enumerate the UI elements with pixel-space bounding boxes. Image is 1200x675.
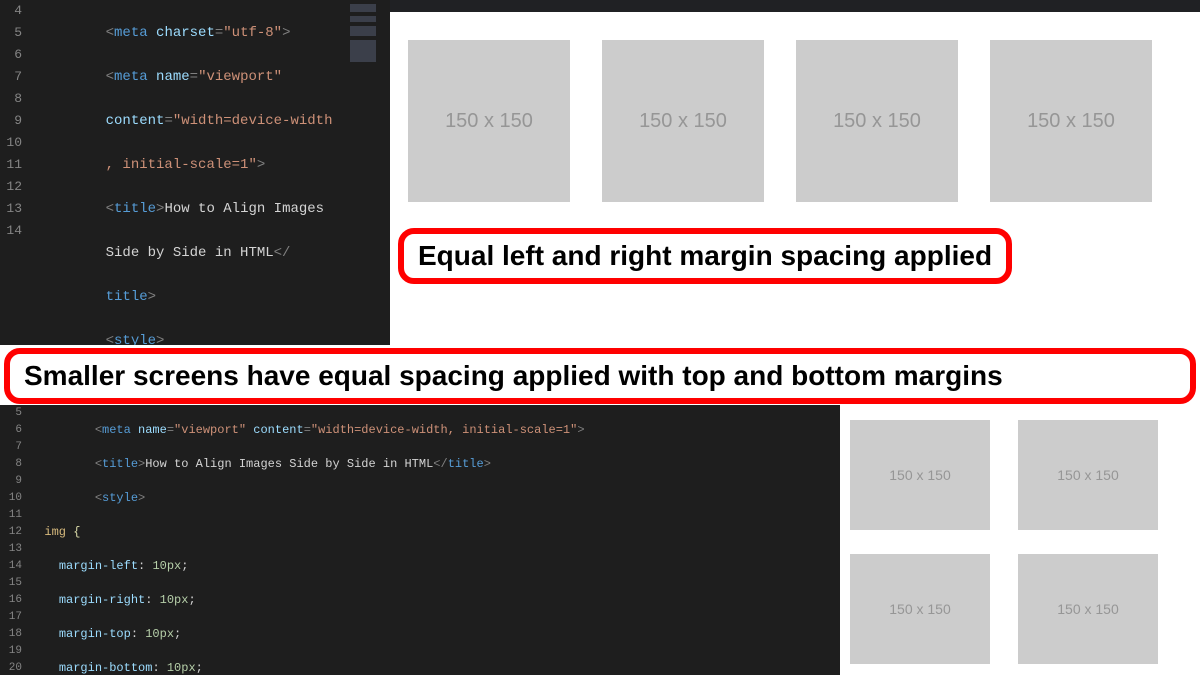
code-line: <title>How to Align Images bbox=[30, 198, 332, 220]
line-gutter-top: 4 5 6 7 8 9 10 11 12 13 14 bbox=[0, 0, 28, 345]
code-editor-bottom[interactable]: 5 6 7 8 9 10 11 12 13 14 15 16 17 18 19 … bbox=[0, 405, 840, 675]
line-num: 11 bbox=[0, 507, 22, 524]
code-line: margin-top: 10px; bbox=[30, 626, 714, 643]
placeholder-image: 150 x 150 bbox=[850, 554, 990, 664]
code-line: content="width=device-width bbox=[30, 110, 332, 132]
line-num: 10 bbox=[0, 132, 22, 154]
line-num: 6 bbox=[0, 422, 22, 439]
code-line: <style> bbox=[30, 330, 332, 345]
line-num: 13 bbox=[0, 198, 22, 220]
code-line: margin-left: 10px; bbox=[30, 558, 714, 575]
annotation-top: Equal left and right margin spacing appl… bbox=[398, 228, 1012, 284]
line-gutter-bottom: 5 6 7 8 9 10 11 12 13 14 15 16 17 18 19 … bbox=[0, 405, 28, 675]
line-num: 4 bbox=[0, 0, 22, 22]
line-num: 17 bbox=[0, 609, 22, 626]
code-editor-top[interactable]: 4 5 6 7 8 9 10 11 12 13 14 <meta charset… bbox=[0, 0, 390, 345]
code-line: <meta name="viewport" content="width=dev… bbox=[30, 422, 714, 439]
line-num: 7 bbox=[0, 66, 22, 88]
line-num: 14 bbox=[0, 558, 22, 575]
code-line: , initial-scale=1"> bbox=[30, 154, 332, 176]
browser-preview-bottom: 150 x 150 150 x 150 150 x 150 150 x 150 bbox=[840, 405, 1200, 675]
top-split: 4 5 6 7 8 9 10 11 12 13 14 <meta charset… bbox=[0, 0, 1200, 345]
line-num: 11 bbox=[0, 154, 22, 176]
line-num: 16 bbox=[0, 592, 22, 609]
line-num: 20 bbox=[0, 660, 22, 675]
placeholder-image: 150 x 150 bbox=[602, 40, 764, 202]
code-line: img { bbox=[30, 524, 714, 541]
line-num: 6 bbox=[0, 44, 22, 66]
line-num: 9 bbox=[0, 473, 22, 490]
line-num: 19 bbox=[0, 643, 22, 660]
annotation-bottom: Smaller screens have equal spacing appli… bbox=[4, 348, 1196, 404]
code-area-bottom[interactable]: <meta name="viewport" content="width=dev… bbox=[30, 405, 714, 675]
code-line: <style> bbox=[30, 490, 714, 507]
code-line: Side by Side in HTML</ bbox=[30, 242, 332, 264]
placeholder-image: 150 x 150 bbox=[990, 40, 1152, 202]
code-line: title> bbox=[30, 286, 332, 308]
line-num: 7 bbox=[0, 439, 22, 456]
minimap-top[interactable] bbox=[348, 0, 390, 345]
line-num: 14 bbox=[0, 220, 22, 242]
line-num: 12 bbox=[0, 524, 22, 541]
code-line: <title>How to Align Images Side by Side … bbox=[30, 456, 714, 473]
placeholder-image: 150 x 150 bbox=[1018, 420, 1158, 530]
line-num: 12 bbox=[0, 176, 22, 198]
placeholder-image: 150 x 150 bbox=[850, 420, 990, 530]
line-num: 9 bbox=[0, 110, 22, 132]
code-line: margin-right: 10px; bbox=[30, 592, 714, 609]
image-row: 150 x 150 150 x 150 150 x 150 150 x 150 bbox=[390, 12, 1200, 212]
placeholder-image: 150 x 150 bbox=[796, 40, 958, 202]
bottom-split: 5 6 7 8 9 10 11 12 13 14 15 16 17 18 19 … bbox=[0, 405, 1200, 675]
code-line: margin-bottom: 10px; bbox=[30, 660, 714, 675]
code-line: <meta name="viewport" bbox=[30, 66, 332, 88]
line-num: 10 bbox=[0, 490, 22, 507]
line-num: 15 bbox=[0, 575, 22, 592]
line-num: 5 bbox=[0, 22, 22, 44]
line-num: 13 bbox=[0, 541, 22, 558]
placeholder-image: 150 x 150 bbox=[1018, 554, 1158, 664]
line-num: 8 bbox=[0, 88, 22, 110]
code-line: <meta charset="utf-8"> bbox=[30, 22, 332, 44]
line-num: 18 bbox=[0, 626, 22, 643]
line-num: 8 bbox=[0, 456, 22, 473]
browser-preview-top: 150 x 150 150 x 150 150 x 150 150 x 150 bbox=[390, 0, 1200, 345]
line-num: 5 bbox=[0, 405, 22, 422]
code-area-top[interactable]: <meta charset="utf-8"> <meta name="viewp… bbox=[30, 0, 332, 345]
placeholder-image: 150 x 150 bbox=[408, 40, 570, 202]
